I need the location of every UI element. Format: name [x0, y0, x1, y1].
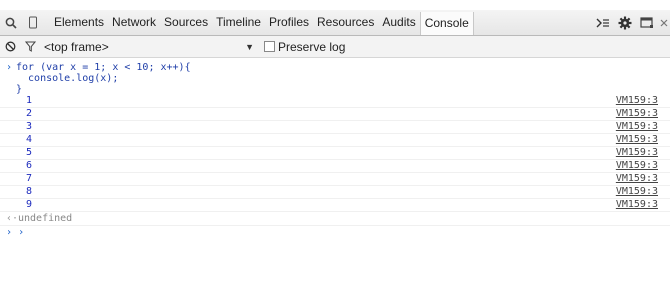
tab-profiles[interactable]: Profiles	[265, 10, 313, 35]
toolbar-right-icons	[592, 10, 670, 35]
console-prompt[interactable]: › ›	[0, 226, 670, 240]
command-code: for (var x = 1; x < 10; x++){ console.lo…	[16, 62, 191, 95]
preserve-log-checkbox[interactable]	[264, 41, 275, 52]
log-source-link[interactable]: VM159:3	[616, 199, 658, 211]
log-value: 2	[26, 108, 33, 119]
log-value: 8	[26, 186, 33, 197]
log-entry: 4 VM159:3	[0, 134, 670, 147]
devtools-toolbar: Elements Network Sources Timeline Profiles Re…	[0, 10, 670, 36]
drawer-toggle-icon[interactable]	[592, 10, 614, 35]
log-entry: 2 VM159:3	[0, 108, 670, 121]
log-value: 4	[26, 134, 33, 145]
tab-console[interactable]: Console	[419, 11, 474, 35]
log-entry: 5 VM159:3	[0, 147, 670, 160]
log-source-link[interactable]: VM159:3	[616, 121, 658, 133]
log-source-link[interactable]: VM159:3	[616, 95, 658, 107]
code-line: for (var x = 1; x < 10; x++){	[16, 62, 191, 73]
code-line: console.log(x);	[16, 73, 119, 84]
log-entry: 6 VM159:3	[0, 160, 670, 173]
tab-resources[interactable]: Resources	[313, 10, 378, 35]
result-arrow-icon: ‹·	[6, 213, 19, 224]
log-value: 9	[26, 199, 33, 210]
preserve-log-label: Preserve log	[278, 39, 346, 54]
result-line: ‹·undefined	[0, 212, 670, 226]
log-value: 7	[26, 173, 33, 184]
tab-sources[interactable]: Sources	[160, 10, 212, 35]
log-source-link[interactable]: VM159:3	[616, 186, 658, 198]
log-source-link[interactable]: VM159:3	[616, 147, 658, 159]
tab-timeline[interactable]: Timeline	[212, 10, 265, 35]
log-value: 1	[26, 95, 33, 106]
log-source-link[interactable]: VM159:3	[616, 160, 658, 172]
tab-network[interactable]: Network	[108, 10, 160, 35]
prompt-chevron-icon: ›	[6, 227, 13, 238]
log-value: 3	[26, 121, 33, 132]
devtools-window: Elements Network Sources Timeline Profiles Re…	[0, 0, 670, 303]
log-source-link[interactable]: VM159:3	[616, 173, 658, 185]
log-source-link[interactable]: VM159:3	[616, 108, 658, 120]
console-filter-bar: <top frame> ▼ Preserve log	[0, 36, 670, 58]
close-icon[interactable]	[658, 10, 670, 35]
frame-select-label: <top frame>	[44, 39, 109, 54]
preserve-log-toggle[interactable]: Preserve log	[264, 40, 345, 54]
console-output[interactable]: › for (var x = 1; x < 10; x++){ console.…	[0, 58, 670, 303]
frame-select[interactable]: <top frame> ▼	[40, 40, 254, 54]
log-entry: 7 VM159:3	[0, 173, 670, 186]
log-value: 5	[26, 147, 33, 158]
log-list: 1 VM159:3 2 VM159:3 3 VM159:3 4 VM159:3 5 VM159:3…	[0, 95, 670, 212]
settings-icon[interactable]	[614, 10, 636, 35]
log-source-link[interactable]: VM159:3	[616, 134, 658, 146]
code-line: }	[16, 84, 23, 95]
search-icon[interactable]	[0, 10, 22, 35]
device-mode-icon[interactable]	[22, 10, 44, 35]
tab-elements[interactable]: Elements	[50, 10, 108, 35]
log-entry: 8 VM159:3	[0, 186, 670, 199]
result-value: undefined	[18, 213, 73, 224]
dock-icon[interactable]	[636, 10, 658, 35]
filter-icon[interactable]	[20, 36, 40, 57]
tab-audits[interactable]: Audits	[378, 10, 419, 35]
console-command: › for (var x = 1; x < 10; x++){ console.…	[0, 58, 670, 95]
log-value: 6	[26, 160, 33, 171]
panel-tabs: Elements Network Sources Timeline Profiles Re…	[50, 10, 474, 35]
chevron-down-icon: ▼	[245, 41, 254, 52]
log-entry: 9 VM159:3	[0, 199, 670, 212]
clear-console-icon[interactable]	[0, 36, 20, 57]
log-entry: 1 VM159:3	[0, 95, 670, 108]
prompt-input[interactable]: ›	[18, 227, 24, 238]
log-entry: 3 VM159:3	[0, 121, 670, 134]
prompt-chevron-icon: ›	[6, 62, 13, 73]
